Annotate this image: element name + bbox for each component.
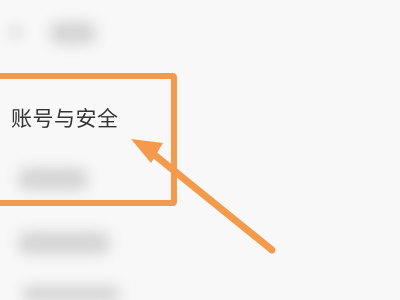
highlight-box <box>0 73 177 206</box>
settings-screen: 账号与安全 <box>0 0 400 300</box>
blurred-icon <box>10 26 22 38</box>
blurred-text <box>50 22 96 44</box>
blurred-text <box>22 286 120 300</box>
blurred-text <box>18 232 110 254</box>
